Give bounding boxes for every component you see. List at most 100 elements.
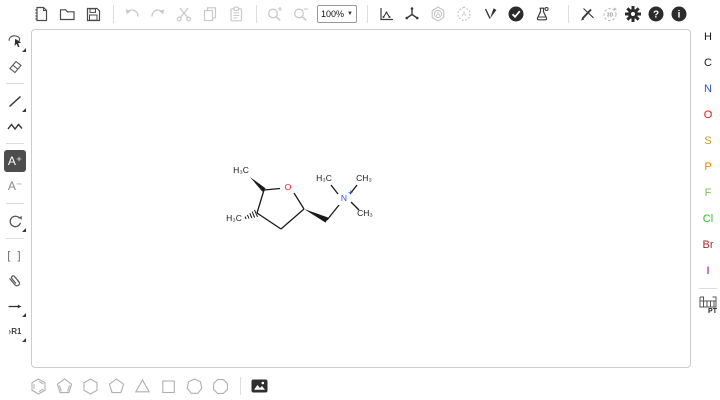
cyclobutane-icon bbox=[159, 377, 178, 396]
pen-slash-button[interactable] bbox=[577, 4, 597, 24]
element-button-f[interactable]: F bbox=[697, 180, 719, 206]
cyclopentane-icon bbox=[107, 377, 126, 396]
wedge-bond-c2-ch2[interactable] bbox=[304, 209, 328, 223]
paste-icon bbox=[227, 5, 245, 23]
template-cyclobutane-button[interactable] bbox=[159, 377, 178, 396]
atom-label-n-methyl-upper-left[interactable]: H₃C bbox=[316, 173, 332, 183]
atom-label-n-methyl-upper-right[interactable]: CH₃ bbox=[356, 173, 372, 183]
bond-c2-c3[interactable] bbox=[281, 209, 304, 229]
template-library-button[interactable] bbox=[250, 377, 269, 396]
cycloheptane-icon bbox=[185, 377, 204, 396]
charge-plus-button[interactable]: A⁺ bbox=[4, 150, 26, 172]
hash-wedge-bond-c4-methyl[interactable] bbox=[245, 210, 257, 219]
dearomatize-icon: A bbox=[455, 5, 473, 23]
rgroup-label: ›R1 bbox=[9, 327, 22, 336]
cyclooctane-icon bbox=[211, 377, 230, 396]
save-file-button[interactable] bbox=[83, 4, 103, 24]
toolbar-divider bbox=[367, 5, 368, 23]
copy-button[interactable] bbox=[200, 4, 220, 24]
bond-o-c2[interactable] bbox=[294, 193, 304, 209]
bond-n-methyl-ul[interactable] bbox=[331, 185, 338, 194]
rotate-transform-button[interactable] bbox=[4, 210, 26, 232]
zoom-level-dropdown[interactable]: 100% ▼ bbox=[317, 5, 357, 23]
template-toolbar bbox=[29, 372, 276, 400]
attachment-point-button[interactable] bbox=[4, 270, 26, 292]
wedge-bond-c5-methyl[interactable] bbox=[250, 177, 266, 192]
template-library-icon bbox=[250, 377, 269, 395]
single-bond-icon bbox=[6, 92, 24, 110]
calculate-cip-button[interactable] bbox=[480, 4, 500, 24]
paste-button[interactable] bbox=[226, 4, 246, 24]
dearomatize-button[interactable]: A bbox=[454, 4, 474, 24]
toolbar-divider bbox=[113, 5, 114, 23]
atom-labels[interactable]: H₃C O H₃C N + H₃C CH₃ CH₃ bbox=[226, 165, 373, 223]
element-button-o[interactable]: O bbox=[697, 102, 719, 128]
atom-label-nitrogen[interactable]: N bbox=[341, 193, 347, 203]
sgroup-button[interactable]: [ ] bbox=[4, 245, 26, 267]
eraser-button[interactable] bbox=[4, 55, 26, 77]
cut-button[interactable] bbox=[174, 4, 194, 24]
template-cyclopentane-button[interactable] bbox=[107, 377, 126, 396]
clean-up-button[interactable] bbox=[402, 4, 422, 24]
toolbar-divider bbox=[6, 83, 24, 84]
about-label: i bbox=[678, 10, 681, 21]
element-button-s[interactable]: S bbox=[697, 128, 719, 154]
periodic-table-icon: PT bbox=[698, 295, 718, 314]
element-button-i[interactable]: I bbox=[697, 258, 719, 284]
layout-icon bbox=[377, 5, 395, 23]
lasso-select-button[interactable] bbox=[4, 30, 26, 52]
atom-label-methyl-top[interactable]: H₃C bbox=[233, 165, 249, 175]
element-button-c[interactable]: C bbox=[697, 50, 719, 76]
aromatize-letter: A bbox=[436, 12, 440, 18]
atom-label-methyl-left[interactable]: H₃C bbox=[226, 213, 242, 223]
new-document-button[interactable] bbox=[31, 4, 51, 24]
element-button-h[interactable]: H bbox=[697, 24, 719, 50]
template-cyclopentadiene-button[interactable] bbox=[55, 377, 74, 396]
template-cycloheptane-button[interactable] bbox=[185, 377, 204, 396]
atom-label-n-methyl-lower-right[interactable]: CH₃ bbox=[357, 208, 373, 218]
atom-charge-plus[interactable]: + bbox=[348, 187, 353, 197]
open-file-button[interactable] bbox=[57, 4, 77, 24]
molecule-structure[interactable]: H₃C O H₃C N + H₃C CH₃ CH₃ bbox=[210, 156, 400, 251]
check-structure-icon bbox=[507, 5, 525, 23]
about-button[interactable]: i bbox=[669, 4, 689, 24]
bond-ch2-n[interactable] bbox=[327, 205, 339, 220]
left-toolbar: A⁺ A⁻ [ ] bbox=[2, 30, 28, 345]
rgroup-button[interactable]: ›R1 bbox=[4, 320, 26, 342]
template-cyclopropane-button[interactable] bbox=[133, 377, 152, 396]
aromatize-button[interactable]: A bbox=[428, 4, 448, 24]
undo-button[interactable] bbox=[122, 4, 142, 24]
charge-minus-button[interactable]: A⁻ bbox=[4, 175, 26, 197]
settings-button[interactable] bbox=[623, 4, 643, 24]
bond-c5-o[interactable] bbox=[264, 189, 280, 191]
single-bond-button[interactable] bbox=[4, 90, 26, 112]
chain-button[interactable] bbox=[4, 115, 26, 137]
bond-c3-c4[interactable] bbox=[257, 213, 281, 229]
cyclopentadiene-icon bbox=[55, 377, 74, 396]
atom-label-oxygen[interactable]: O bbox=[285, 182, 292, 192]
save-file-icon bbox=[84, 5, 102, 23]
element-button-cl[interactable]: Cl bbox=[697, 206, 719, 232]
bond-c4-c5[interactable] bbox=[257, 190, 264, 213]
drawing-canvas[interactable]: H₃C O H₃C N + H₃C CH₃ CH₃ bbox=[31, 29, 691, 368]
check-structure-button[interactable] bbox=[506, 4, 526, 24]
cyclohexane-icon bbox=[81, 377, 100, 396]
template-cyclohexane-button[interactable] bbox=[81, 377, 100, 396]
template-cyclooctane-button[interactable] bbox=[211, 377, 230, 396]
bond-lines[interactable] bbox=[257, 185, 359, 229]
analyse-structure-button[interactable] bbox=[532, 4, 552, 24]
template-benzene-button[interactable] bbox=[29, 377, 48, 396]
reaction-arrow-button[interactable] bbox=[4, 295, 26, 317]
toolbar-divider bbox=[6, 238, 24, 239]
element-button-p[interactable]: P bbox=[697, 154, 719, 180]
layout-button[interactable] bbox=[376, 4, 396, 24]
analyse-structure-icon bbox=[533, 5, 551, 23]
zoom-in-button[interactable] bbox=[265, 4, 285, 24]
help-button[interactable]: ? bbox=[646, 4, 666, 24]
miew-3d-button[interactable]: 3D bbox=[600, 4, 620, 24]
redo-button[interactable] bbox=[148, 4, 168, 24]
element-button-br[interactable]: Br bbox=[697, 232, 719, 258]
zoom-out-button[interactable] bbox=[291, 4, 311, 24]
element-button-n[interactable]: N bbox=[697, 76, 719, 102]
periodic-table-button[interactable]: PT bbox=[697, 293, 719, 315]
